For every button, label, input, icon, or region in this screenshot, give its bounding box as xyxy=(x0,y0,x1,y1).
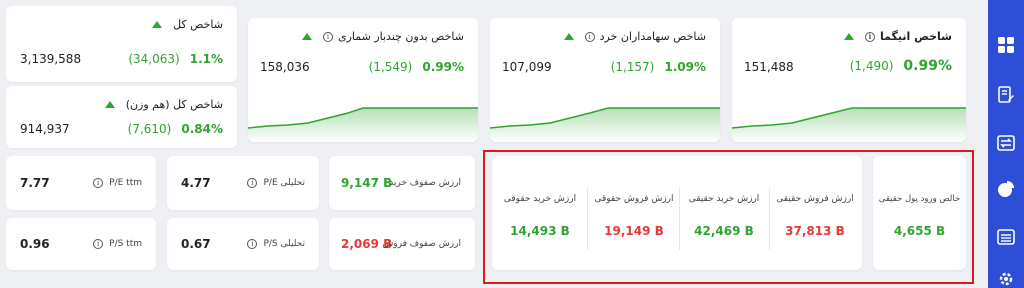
info-icon[interactable]: i xyxy=(584,31,595,42)
ratio-label: i P/E ttm xyxy=(93,178,142,188)
index-value: 151,488 xyxy=(744,60,794,74)
flow-value: 42,469 B xyxy=(694,224,754,238)
calculator-icon[interactable] xyxy=(997,228,1015,246)
flow-label: ارزش خرید حقیقی xyxy=(688,194,760,204)
report-edit-icon[interactable] xyxy=(997,86,1015,104)
arrow-up-icon xyxy=(152,21,163,28)
arrow-up-icon xyxy=(843,33,854,40)
index-change: (7,610) 0.84% xyxy=(127,122,223,136)
index-value: 3,139,588 xyxy=(20,52,82,66)
sparkline-chart xyxy=(490,107,720,142)
flow-label: خالص ورود پول حقیقی xyxy=(878,194,961,204)
flow-label: ارزش خرید حقوقی xyxy=(503,194,577,204)
sparkline-chart xyxy=(732,107,966,142)
sidebar xyxy=(988,0,1024,288)
settings-icon[interactable] xyxy=(997,270,1015,288)
index-title: شاخص سهامداران خرد i xyxy=(563,30,706,43)
info-icon[interactable]: i xyxy=(864,31,875,42)
dashboard-icon[interactable] xyxy=(997,36,1015,54)
flow-legal-sell: ارزش فروش حقوقی 19,149 B xyxy=(588,156,680,270)
queue-label: ارزش صفوف فروش xyxy=(382,239,461,249)
index-title: شاخص انیگما i xyxy=(843,30,952,43)
pie-chart-icon[interactable] xyxy=(997,180,1015,198)
ratio-card-pe-ttm[interactable]: 7.77 i P/E ttm xyxy=(6,156,156,210)
queue-card-buy[interactable]: 9,147 B ارزش صفوف خرید xyxy=(329,156,475,210)
index-change: (1,157) 1.09% xyxy=(610,60,706,74)
index-value: 914,937 xyxy=(20,122,70,136)
index-card-retail[interactable]: شاخص سهامداران خرد i 107,099 (1,157) 1.09% xyxy=(490,18,720,142)
index-value: 107,099 xyxy=(502,60,552,74)
flow-label: ارزش فروش حقیقی xyxy=(776,194,854,204)
index-value: 158,036 xyxy=(260,60,310,74)
flow-real-buy: ارزش خرید حقیقی 42,469 B xyxy=(678,156,770,270)
exchange-icon[interactable] xyxy=(997,134,1015,152)
ratio-value: 0.67 xyxy=(181,237,211,251)
flow-value: 19,149 B xyxy=(604,224,664,238)
info-icon[interactable]: i xyxy=(247,178,258,188)
index-card-total[interactable]: شاخص کل 3,139,588 (34,063) 1.1% xyxy=(6,6,237,82)
index-title: شاخص کل xyxy=(152,18,223,31)
ratio-value: 4.77 xyxy=(181,176,211,190)
queue-value: 9,147 B xyxy=(341,176,393,190)
index-change: (1,549) 0.99% xyxy=(368,60,464,74)
flow-legal-buy: ارزش خرید حقوقی 14,493 B xyxy=(494,156,586,270)
ratio-card-ps-ttm[interactable]: 0.96 i P/S ttm xyxy=(6,218,156,270)
arrow-up-icon xyxy=(301,33,312,40)
queue-card-sell[interactable]: 2,069 B ارزش صفوف فروش xyxy=(329,218,475,270)
info-icon[interactable]: i xyxy=(247,239,258,249)
flow-value: 37,813 B xyxy=(785,224,845,238)
index-title: شاخص کل (هم وزن) xyxy=(104,98,223,111)
index-change: (34,063) 1.1% xyxy=(128,52,223,66)
info-icon[interactable]: i xyxy=(322,31,333,42)
ratio-label: i P/E تحلیلی xyxy=(247,178,305,188)
sparkline-chart xyxy=(248,107,478,142)
ratio-card-ps-analytic[interactable]: 0.67 i P/S تحلیلی xyxy=(167,218,319,270)
flow-net-real: خالص ورود پول حقیقی 4,655 B xyxy=(873,156,966,270)
money-flow-card[interactable]: ارزش خرید حقوقی 14,493 B ارزش فروش حقوقی… xyxy=(492,156,862,270)
queue-label: ارزش صفوف خرید xyxy=(389,178,461,188)
arrow-up-icon xyxy=(563,33,574,40)
index-card-inigma[interactable]: شاخص انیگما i 151,488 (1,490) 0.99% xyxy=(732,18,966,142)
ratio-value: 7.77 xyxy=(20,176,50,190)
info-icon[interactable]: i xyxy=(93,239,104,249)
flow-value: 14,493 B xyxy=(510,224,570,238)
info-icon[interactable]: i xyxy=(93,178,104,188)
index-change: (1,490) 0.99% xyxy=(849,58,952,74)
arrow-up-icon xyxy=(104,101,115,108)
ratio-value: 0.96 xyxy=(20,237,50,251)
net-real-money-card[interactable]: خالص ورود پول حقیقی 4,655 B xyxy=(873,156,966,270)
ratio-label: i P/S تحلیلی xyxy=(247,239,305,249)
index-title: شاخص بدون چندبار شماری i xyxy=(301,30,464,43)
flow-label: ارزش فروش حقوقی xyxy=(594,194,674,204)
index-card-equal-weight[interactable]: شاخص کل (هم وزن) 914,937 (7,610) 0.84% xyxy=(6,86,237,148)
ratio-label: i P/S ttm xyxy=(93,239,142,249)
flow-real-sell: ارزش فروش حقیقی 37,813 B xyxy=(768,156,862,270)
ratio-card-pe-analytic[interactable]: 4.77 i P/E تحلیلی xyxy=(167,156,319,210)
flow-value: 4,655 B xyxy=(893,224,946,238)
index-card-no-multi-volume[interactable]: شاخص بدون چندبار شماری i 158,036 (1,549) 0… xyxy=(248,18,478,142)
